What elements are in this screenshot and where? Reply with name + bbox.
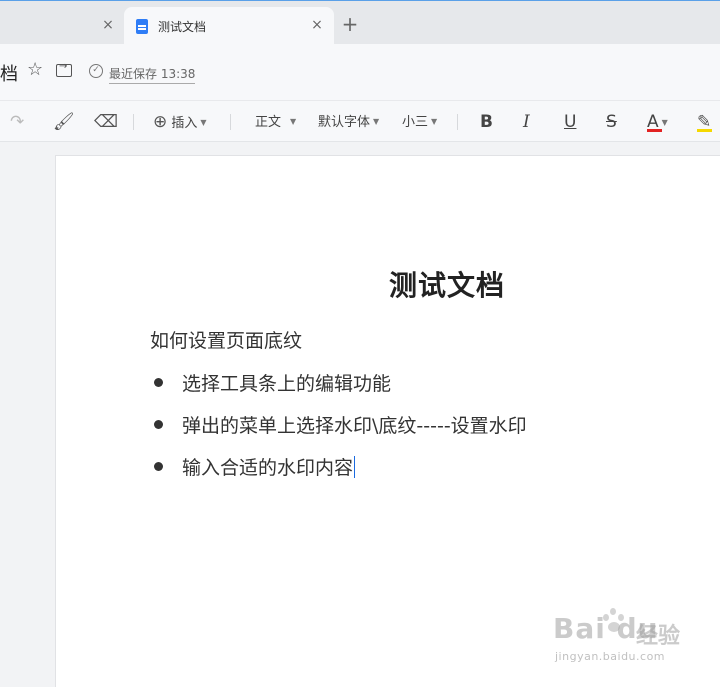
list-item-text: 选择工具条上的编辑功能 <box>182 373 392 395</box>
strikethrough-button[interactable]: S <box>606 111 617 133</box>
bullet-icon <box>154 462 163 471</box>
tab-title: 测试文档 <box>158 20 207 34</box>
format-toolbar: ↷ 🖌 ⌫ ⊕ 插入 ▼ 正文 ▼ 默认字体 ▼ 小三 ▼ B I U S A ▼ ✎ <box>0 100 720 142</box>
tab-previous[interactable]: × <box>0 7 124 45</box>
close-icon[interactable]: × <box>101 18 115 32</box>
underline-button[interactable]: U <box>564 111 576 133</box>
document-icon <box>136 19 148 34</box>
list-item-text-content: 输入合适的水印内容 <box>182 457 354 479</box>
check-circle-icon: ✓ <box>89 64 103 78</box>
chevron-down-icon: ▼ <box>290 117 297 126</box>
baidu-jingyan-watermark: Bai du 经验 jingyan.baidu.com <box>553 608 713 672</box>
font-family-label: 默认字体 <box>318 115 371 130</box>
eraser-icon[interactable]: ⌫ <box>94 111 118 133</box>
close-icon[interactable]: × <box>310 18 324 32</box>
toolbar-divider <box>230 114 231 130</box>
font-size-label: 小三 <box>402 115 429 130</box>
bold-button[interactable]: B <box>480 111 493 133</box>
document-name[interactable]: 档 <box>0 60 18 86</box>
highlight-color-swatch <box>697 129 712 132</box>
list-item-text: 输入合适的水印内容 <box>182 453 356 480</box>
save-status[interactable]: 最近保存 13:38 <box>109 65 196 84</box>
text-cursor <box>354 456 356 478</box>
insert-button[interactable]: ⊕ 插入 ▼ <box>153 111 207 133</box>
chevron-down-icon: ▼ <box>431 117 438 126</box>
app-window: × 测试文档 × + 档 ☆ ✓ 最近保存 13:38 ↷ 🖌 ⌫ ⊕ 插入▼ … <box>0 0 720 687</box>
watermark-chinese: 经验 <box>636 624 681 649</box>
new-tab-button[interactable]: + <box>340 14 360 34</box>
move-to-folder-icon[interactable] <box>56 61 72 77</box>
chevron-down-icon: ▼ <box>373 117 380 126</box>
star-icon[interactable]: ☆ <box>27 59 43 80</box>
toolbar-divider <box>133 114 134 130</box>
chevron-down-icon: ▼ <box>661 118 668 127</box>
tab-bar: × 测试文档 × + <box>0 0 720 45</box>
plus-circle-icon: ⊕ <box>153 112 168 132</box>
chevron-down-icon: ▼ <box>200 118 207 127</box>
bullet-icon <box>154 420 163 429</box>
document-title[interactable]: 测试文档 <box>389 264 505 304</box>
italic-button[interactable]: I <box>523 111 530 133</box>
paw-icon <box>601 606 627 636</box>
font-family-select[interactable]: 默认字体 ▼ <box>318 111 379 133</box>
document-header: 档 ☆ ✓ 最近保存 13:38 <box>0 44 720 100</box>
paragraph-style-label: 正文 <box>255 115 282 130</box>
paragraph-style-select[interactable]: 正文 ▼ <box>255 111 296 133</box>
toolbar-divider <box>457 114 458 130</box>
format-painter-icon[interactable]: 🖌 <box>53 111 75 133</box>
watermark-url: jingyan.baidu.com <box>555 650 666 663</box>
font-size-select[interactable]: 小三 ▼ <box>402 111 437 133</box>
redo-icon[interactable]: ↷ <box>10 111 24 133</box>
font-color-swatch <box>647 129 662 132</box>
document-paragraph[interactable]: 如何设置页面底纹 <box>150 326 302 353</box>
list-item-text: 弹出的菜单上选择水印\底纹-----设置水印 <box>182 415 527 437</box>
bullet-icon <box>154 378 163 387</box>
tab-active-document[interactable]: 测试文档 × <box>124 7 334 45</box>
insert-label: 插入 <box>171 116 198 131</box>
